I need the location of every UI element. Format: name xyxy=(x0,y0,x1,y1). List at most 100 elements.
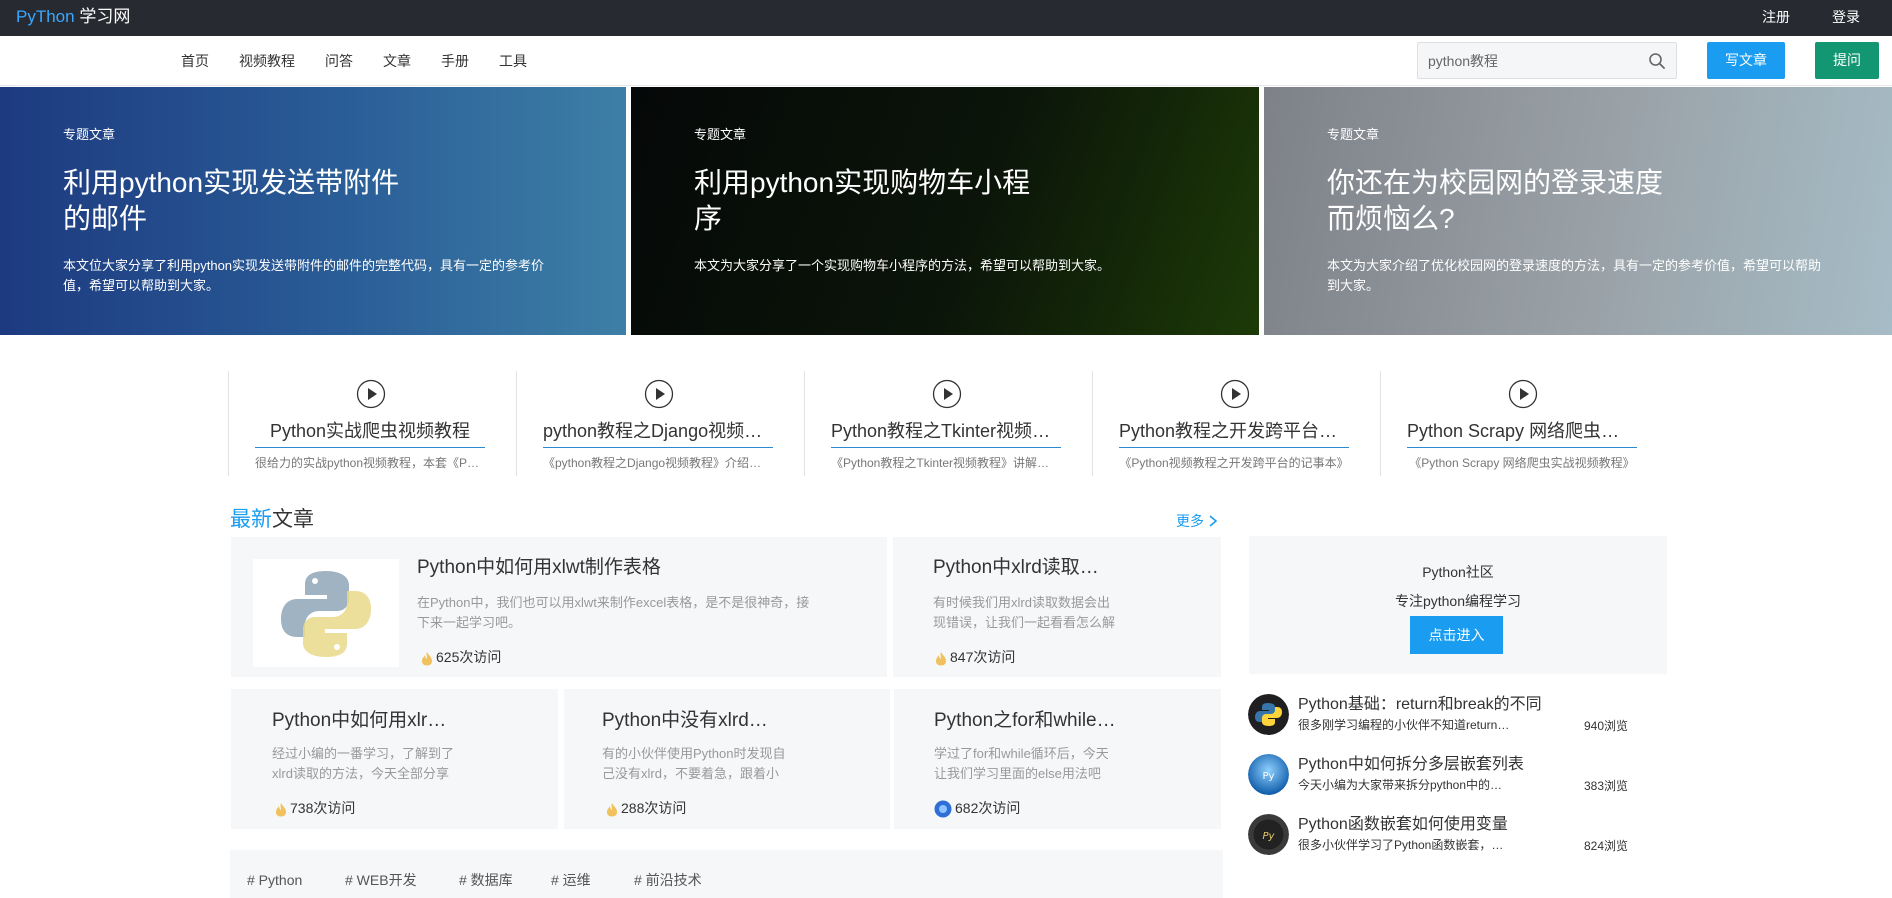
hero-banner-3[interactable]: 专题文章 你还在为校园网的登录速度而烦恼么? 本文为大家介绍了优化校园网的登录速… xyxy=(1264,87,1892,335)
article-card[interactable]: Python中没有xlrd怎么办 有的小伙伴使用Python时发现自己没有xlr… xyxy=(564,689,890,829)
login-link[interactable]: 登录 xyxy=(1832,8,1860,26)
visits-count: 738次访问 xyxy=(290,800,356,816)
search-icon[interactable] xyxy=(1648,52,1666,70)
video-title: Python实战爬虫视频教程 xyxy=(269,421,471,441)
article-desc: 学过了for和while循环后，今天让我们学习里面的else用法吧 xyxy=(934,746,1109,781)
recommended-title: Python中如何拆分多层嵌套列表 xyxy=(1298,756,1524,773)
play-icon[interactable] xyxy=(1508,379,1538,409)
avatar: Py xyxy=(1248,754,1289,795)
hero-desc: 本文为大家分享了一个实现购物车小程序的方法，希望可以帮助到大家。 xyxy=(694,258,1111,273)
hero-banner-1[interactable]: 专题文章 利用python实现发送带附件的邮件 本文位大家分享了利用python… xyxy=(0,87,626,335)
flame-icon xyxy=(276,802,286,817)
python-badge-icon: Py xyxy=(1248,754,1289,795)
article-visits: 738次访问 xyxy=(275,799,355,817)
article-card[interactable]: Python之for和while循环 学过了for和while循环后，今天让我们… xyxy=(894,689,1221,829)
video-item[interactable]: Python教程之开发跨平台的记事本 《Python视频教程之开发跨平台的记事本… xyxy=(1092,371,1380,476)
article-card[interactable]: Python中如何用xlrd读取数据 经过小编的一番学习，了解到了xlrd读取的… xyxy=(231,689,558,829)
flame-icon xyxy=(936,651,946,666)
recommended-item[interactable]: Python基础：return和break的不同 很多刚学习编程的小伙伴不知道r… xyxy=(1248,694,1648,740)
ask-question-button[interactable]: 提问 xyxy=(1815,42,1879,79)
site-logo[interactable]: PyThon 学习网 xyxy=(16,6,130,28)
video-underline xyxy=(831,447,1061,448)
main-nav: 首页 视频教程 问答 文章 手册 工具 写文章 提问 xyxy=(0,36,1892,86)
nav-item-tools[interactable]: 工具 xyxy=(499,52,527,70)
logo-suffix: 学习网 xyxy=(74,7,131,26)
hero-tag: 专题文章 xyxy=(63,127,116,142)
write-article-button[interactable]: 写文章 xyxy=(1707,42,1785,79)
register-link[interactable]: 注册 xyxy=(1762,8,1790,26)
video-item[interactable]: Python实战爬虫视频教程 很给力的实战python视频教程，本套《Pytho… xyxy=(228,371,516,476)
play-icon[interactable] xyxy=(356,379,386,409)
hero-banner-2[interactable]: 专题文章 利用python实现购物车小程序 本文为大家分享了一个实现购物车小程序… xyxy=(631,87,1259,335)
article-visits: 682次访问 xyxy=(934,799,1020,818)
video-title: Python教程之Tkinter视频教程 xyxy=(831,421,1061,441)
enter-community-button[interactable]: 点击进入 xyxy=(1410,616,1503,654)
play-icon[interactable] xyxy=(1220,379,1250,409)
article-title: Python中没有xlrd怎么办 xyxy=(602,710,786,731)
article-desc: 在Python中，我们也可以用xlwt来制作excel表格，是不是很神奇，接下来… xyxy=(417,595,810,630)
video-desc: 《Python视频教程之开发跨平台的记事本》 xyxy=(1119,456,1349,470)
flame-icon xyxy=(422,651,432,666)
video-underline xyxy=(543,447,773,448)
recommended-views: 383浏览 xyxy=(1584,779,1629,793)
article-title: Python中xlrd读取的数据出现错误 xyxy=(933,557,1117,578)
nav-item-home[interactable]: 首页 xyxy=(181,52,209,70)
flame-icon xyxy=(607,802,617,817)
hero-title: 你还在为校园网的登录速度而烦恼么? xyxy=(1327,167,1664,234)
python-logo-icon xyxy=(1248,694,1289,735)
article-desc: 有的小伙伴使用Python时发现自己没有xlrd，不要着急，跟着小编来看看 xyxy=(602,746,786,781)
tag-ops[interactable]: # 运维 xyxy=(551,871,591,889)
article-card[interactable]: Python中xlrd读取的数据出现错误 有时候我们用xlrd读取数据会出现错误… xyxy=(893,537,1221,677)
video-title: Python教程之开发跨平台的记事本 xyxy=(1119,421,1349,441)
community-panel: Python社区 专注python编程学习 点击进入 xyxy=(1249,536,1667,674)
article-desc: 有时候我们用xlrd读取数据会出现错误，让我们一起看看怎么解决吧 xyxy=(933,595,1116,630)
top-bar: PyThon 学习网 注册 登录 xyxy=(0,0,1892,36)
article-title: Python中如何用xlwt制作表格 xyxy=(417,557,661,578)
more-link[interactable]: 更多 xyxy=(1176,512,1218,530)
recommended-item[interactable]: Py Python中如何拆分多层嵌套列表 今天小编为大家带来拆分python中的… xyxy=(1248,754,1648,800)
hero-tag: 专题文章 xyxy=(1327,127,1380,142)
nav-item-articles[interactable]: 文章 xyxy=(383,52,411,70)
nav-item-video-tutorials[interactable]: 视频教程 xyxy=(239,52,295,70)
article-visits: 847次访问 xyxy=(935,648,1015,666)
author-avatar-icon xyxy=(934,800,952,818)
video-item[interactable]: Python Scrapy 网络爬虫实战视频教程 《Python Scrapy … xyxy=(1380,371,1668,476)
nav-item-qa[interactable]: 问答 xyxy=(325,52,353,70)
video-desc: 《python教程之Django视频教程》介绍了Django的使用方法 xyxy=(543,456,773,470)
search-box xyxy=(1417,42,1677,79)
heading-rest: 文章 xyxy=(272,508,314,531)
video-underline xyxy=(255,447,485,448)
featured-article-card[interactable]: Python中如何用xlwt制作表格 在Python中，我们也可以用xlwt来制… xyxy=(231,537,887,677)
nav-item-manual[interactable]: 手册 xyxy=(441,52,469,70)
article-desc: 经过小编的一番学习，了解到了xlrd读取的方法，今天全部分享给大家 xyxy=(272,746,455,781)
recommended-desc: 很多刚学习编程的小伙伴不知道return和break的区别 xyxy=(1298,718,1513,732)
recommended-views: 824浏览 xyxy=(1584,839,1629,853)
play-icon[interactable] xyxy=(644,379,674,409)
search-input[interactable] xyxy=(1428,51,1638,71)
topic-tags-bar: # Python # WEB开发 # 数据库 # 运维 # 前沿技术 xyxy=(230,850,1223,898)
tag-database[interactable]: # 数据库 xyxy=(459,871,513,889)
recommended-item[interactable]: Py Python函数嵌套如何使用变量 很多小伙伴学习了Python函数嵌套，但… xyxy=(1248,814,1648,860)
svg-text:Py: Py xyxy=(1263,831,1276,842)
video-underline xyxy=(1407,447,1637,448)
chevron-right-icon xyxy=(1209,515,1218,527)
article-visits: 288次访问 xyxy=(606,799,686,817)
play-icon[interactable] xyxy=(932,379,962,409)
svg-text:Py: Py xyxy=(1263,771,1275,782)
tag-python[interactable]: # Python xyxy=(247,871,302,889)
tag-frontier-tech[interactable]: # 前沿技术 xyxy=(634,871,702,889)
article-thumbnail xyxy=(253,559,399,667)
visits-count: 847次访问 xyxy=(950,649,1016,665)
video-title: Python Scrapy 网络爬虫实战视频教程 xyxy=(1407,421,1637,441)
video-desc: 《Python Scrapy 网络爬虫实战视频教程》 xyxy=(1409,456,1635,470)
video-item[interactable]: python教程之Django视频教程 《python教程之Django视频教程… xyxy=(516,371,804,476)
article-visits: 625次访问 xyxy=(421,648,501,666)
logo-brand: PyThon xyxy=(16,7,75,26)
video-desc: 很给力的实战python视频教程，本套《Python实战爬虫视频教程》 xyxy=(255,456,485,470)
video-item[interactable]: Python教程之Tkinter视频教程 《Python教程之Tkinter视频… xyxy=(804,371,1092,476)
recommended-title: Python函数嵌套如何使用变量 xyxy=(1298,816,1508,833)
visits-count: 288次访问 xyxy=(621,800,687,816)
tag-web[interactable]: # WEB开发 xyxy=(345,871,417,889)
community-slogan: 专注python编程学习 xyxy=(1394,593,1522,609)
hero-tag: 专题文章 xyxy=(694,127,747,142)
